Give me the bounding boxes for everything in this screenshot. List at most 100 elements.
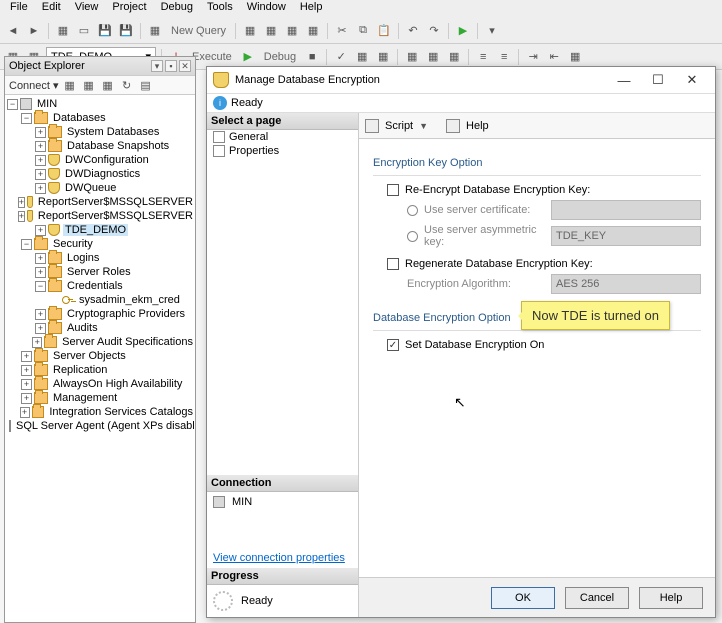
menu-window[interactable]: Window bbox=[241, 1, 292, 17]
expander-icon[interactable]: − bbox=[7, 99, 18, 110]
expander-icon[interactable]: + bbox=[35, 323, 46, 334]
expander-icon[interactable]: + bbox=[35, 127, 46, 138]
tree-item[interactable]: Server Objects bbox=[51, 350, 128, 362]
tree-item[interactable]: Management bbox=[51, 392, 119, 404]
stop-icon[interactable]: ■ bbox=[303, 48, 321, 66]
tb-icon-a[interactable]: ▦ bbox=[241, 22, 259, 40]
tree-item[interactable]: DWConfiguration bbox=[63, 154, 151, 166]
save-icon[interactable]: 💾 bbox=[96, 22, 114, 40]
indent-icon[interactable]: ⇥ bbox=[524, 48, 542, 66]
expander-icon[interactable]: + bbox=[21, 393, 32, 404]
connect-button[interactable]: Connect ▾ bbox=[9, 79, 59, 92]
help-toolbar-button[interactable]: Help bbox=[466, 120, 489, 132]
cancel-button[interactable]: Cancel bbox=[565, 587, 629, 609]
tb-icon-c[interactable]: ▦ bbox=[283, 22, 301, 40]
undo-icon[interactable]: ↶ bbox=[404, 22, 422, 40]
connect-icon-a[interactable]: ▦ bbox=[62, 77, 78, 93]
cut-icon[interactable]: ✂ bbox=[333, 22, 351, 40]
tree-item[interactable]: ReportServer$MSSQLSERVER bbox=[36, 196, 195, 208]
nav-back-icon[interactable]: ◄ bbox=[4, 22, 22, 40]
menu-file[interactable]: File bbox=[4, 1, 34, 17]
expander-icon[interactable]: + bbox=[35, 155, 46, 166]
copy-icon[interactable]: ⧉ bbox=[354, 22, 372, 40]
tree-item[interactable]: DWDiagnostics bbox=[63, 168, 142, 180]
expander-icon[interactable]: + bbox=[35, 225, 46, 236]
expander-icon[interactable]: + bbox=[35, 267, 46, 278]
script-button[interactable]: Script bbox=[385, 120, 413, 132]
tree-credentials[interactable]: Credentials bbox=[65, 280, 125, 292]
expander-icon[interactable]: + bbox=[20, 407, 30, 418]
new-project-icon[interactable]: ▦ bbox=[54, 22, 72, 40]
menu-view[interactable]: View bbox=[69, 1, 105, 17]
menu-tools[interactable]: Tools bbox=[201, 1, 239, 17]
set-encryption-checkbox[interactable]: ✓ bbox=[387, 339, 399, 351]
tb2-icon-d[interactable]: ▦ bbox=[374, 48, 392, 66]
debug-play-icon[interactable]: ▶ bbox=[239, 48, 257, 66]
panel-dropdown-icon[interactable]: ▾ bbox=[151, 60, 163, 72]
paste-icon[interactable]: 📋 bbox=[375, 22, 393, 40]
redo-icon[interactable]: ↷ bbox=[425, 22, 443, 40]
tree-item[interactable]: SQL Server Agent (Agent XPs disabl bbox=[14, 420, 195, 432]
tree-item[interactable]: Database Snapshots bbox=[65, 140, 171, 152]
ok-button[interactable]: OK bbox=[491, 587, 555, 609]
tree-security[interactable]: Security bbox=[51, 238, 95, 250]
tree-item[interactable]: AlwaysOn High Availability bbox=[51, 378, 184, 390]
nav-fwd-icon[interactable]: ► bbox=[25, 22, 43, 40]
save-all-icon[interactable]: 💾 bbox=[117, 22, 135, 40]
view-connection-link[interactable]: View connection properties bbox=[213, 552, 352, 564]
expander-icon[interactable]: + bbox=[35, 169, 46, 180]
expander-icon[interactable]: + bbox=[35, 183, 46, 194]
tb2-icon-g[interactable]: ▦ bbox=[445, 48, 463, 66]
expander-icon[interactable]: + bbox=[18, 197, 25, 208]
tree-item[interactable]: Integration Services Catalogs bbox=[47, 406, 195, 418]
tb2-icon-e[interactable]: ▦ bbox=[403, 48, 421, 66]
tb2-icon-h[interactable]: ≡ bbox=[474, 48, 492, 66]
tb-icon-e[interactable]: ▾ bbox=[483, 22, 501, 40]
tree-databases[interactable]: Databases bbox=[51, 112, 108, 124]
expander-icon[interactable]: + bbox=[21, 379, 32, 390]
regenerate-checkbox[interactable] bbox=[387, 258, 399, 270]
parse-icon[interactable]: ✓ bbox=[332, 48, 350, 66]
tree-credential-item[interactable]: sysadmin_ekm_cred bbox=[77, 294, 182, 306]
expander-icon[interactable]: + bbox=[35, 309, 46, 320]
tree-server[interactable]: MIN bbox=[35, 98, 59, 110]
expander-icon[interactable]: + bbox=[18, 211, 25, 222]
debug-button[interactable]: Debug bbox=[260, 51, 300, 63]
dialog-titlebar[interactable]: Manage Database Encryption — ☐ ✕ bbox=[207, 67, 715, 93]
minimize-button[interactable]: — bbox=[607, 69, 641, 91]
new-query-button[interactable]: New Query bbox=[167, 25, 230, 37]
start-icon[interactable]: ▶ bbox=[454, 22, 472, 40]
menu-debug[interactable]: Debug bbox=[155, 1, 199, 17]
menu-help[interactable]: Help bbox=[294, 1, 329, 17]
tree-item[interactable]: Replication bbox=[51, 364, 109, 376]
tree-item[interactable]: Server Roles bbox=[65, 266, 133, 278]
reencrypt-checkbox[interactable] bbox=[387, 184, 399, 196]
filter-icon[interactable]: ▤ bbox=[138, 77, 154, 93]
expander-icon[interactable]: + bbox=[35, 141, 46, 152]
script-dropdown-icon[interactable]: ▼ bbox=[419, 121, 428, 131]
expander-icon[interactable]: + bbox=[32, 337, 42, 348]
panel-close-icon[interactable]: ✕ bbox=[179, 60, 191, 72]
expander-icon[interactable]: + bbox=[21, 351, 32, 362]
tb2-icon-j[interactable]: ▦ bbox=[566, 48, 584, 66]
close-button[interactable]: ✕ bbox=[675, 69, 709, 91]
menu-edit[interactable]: Edit bbox=[36, 1, 67, 17]
tb2-icon-f[interactable]: ▦ bbox=[424, 48, 442, 66]
tree-item[interactable]: System Databases bbox=[65, 126, 161, 138]
tree-item[interactable]: Audits bbox=[65, 322, 100, 334]
tree-tde-demo[interactable]: TDE_DEMO bbox=[63, 224, 128, 236]
connect-icon-c[interactable]: ▦ bbox=[100, 77, 116, 93]
tree-item[interactable]: DWQueue bbox=[63, 182, 118, 194]
object-explorer-tree[interactable]: − MIN − Databases + System Databases + Datab… bbox=[5, 95, 195, 622]
tb-icon-b[interactable]: ▦ bbox=[262, 22, 280, 40]
expander-icon[interactable]: − bbox=[35, 281, 46, 292]
open-file-icon[interactable]: ▭ bbox=[75, 22, 93, 40]
tree-item[interactable]: Server Audit Specifications bbox=[60, 336, 195, 348]
connect-icon-b[interactable]: ▦ bbox=[81, 77, 97, 93]
tb2-icon-i[interactable]: ≡ bbox=[495, 48, 513, 66]
tree-item[interactable]: ReportServer$MSSQLSERVER bbox=[36, 210, 195, 222]
panel-pin-icon[interactable]: ▪ bbox=[165, 60, 177, 72]
page-general[interactable]: General bbox=[207, 130, 358, 144]
tb2-icon-c[interactable]: ▦ bbox=[353, 48, 371, 66]
outdent-icon[interactable]: ⇤ bbox=[545, 48, 563, 66]
